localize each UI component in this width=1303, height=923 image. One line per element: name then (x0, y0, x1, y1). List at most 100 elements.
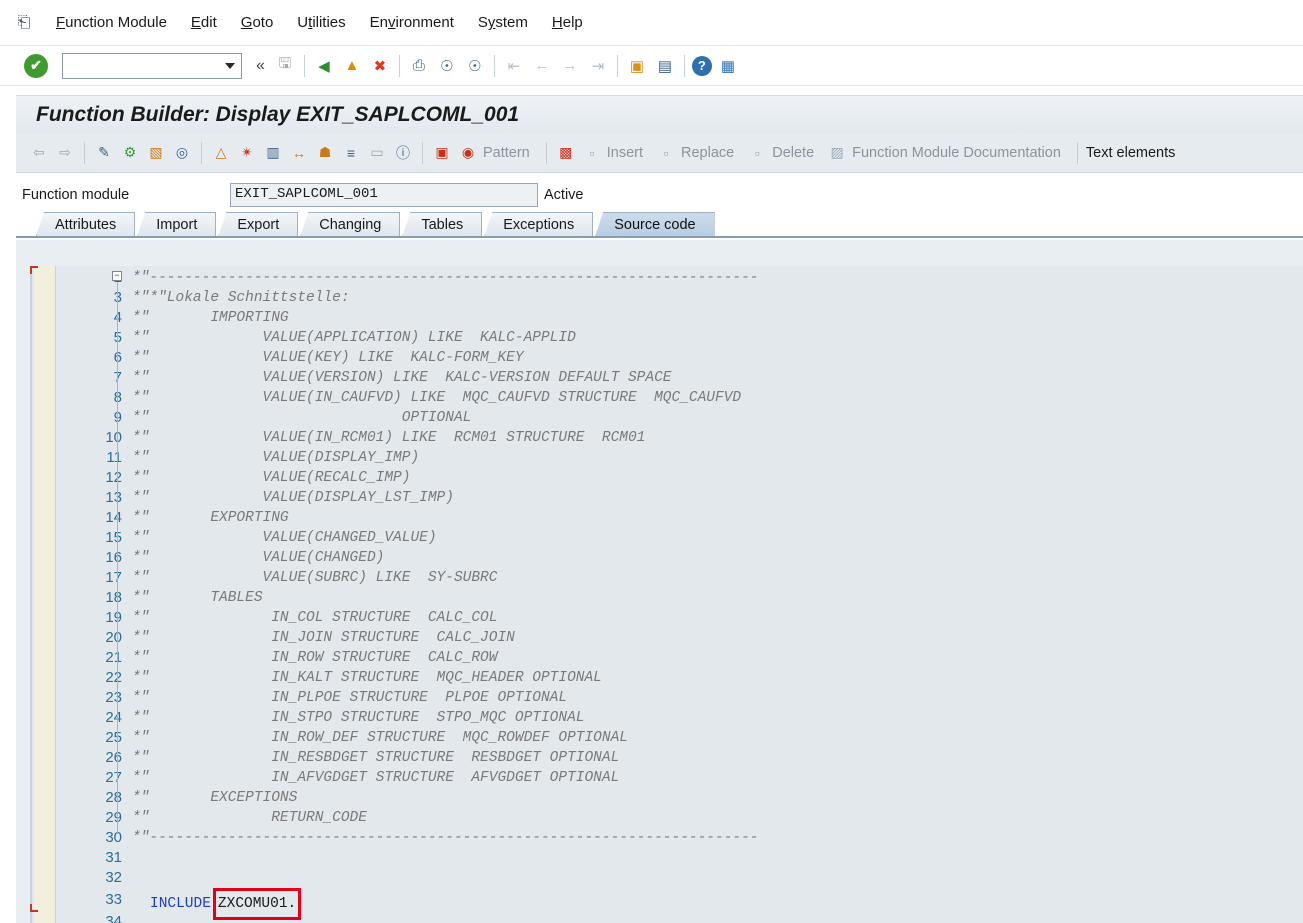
system-menu-icon[interactable]: ⎗ (4, 0, 44, 46)
documentation-button[interactable]: Function Module Documentation (852, 145, 1061, 161)
tab-source-code[interactable]: Source code (595, 212, 715, 236)
insert-icon[interactable]: ▫ (581, 142, 603, 164)
code-line[interactable]: *" VALUE(CHANGED) (132, 548, 1303, 568)
code-line[interactable]: *" VALUE(SUBRC) LIKE SY-SUBRC (132, 568, 1303, 588)
code-line[interactable]: *" IN_ROW STRUCTURE CALC_ROW (132, 648, 1303, 668)
breakpoint-external-icon[interactable]: ◉ (457, 142, 479, 164)
breakpoint-session-icon[interactable]: ▣ (431, 142, 453, 164)
code-line[interactable]: *" IN_AFVGDGET STRUCTURE AFVGDGET OPTION… (132, 768, 1303, 788)
code-line[interactable]: *" VALUE(IN_RCM01) LIKE RCM01 STRUCTURE … (132, 428, 1303, 448)
command-field[interactable] (62, 52, 242, 79)
check-icon[interactable]: ◎ (171, 142, 193, 164)
tab-changing[interactable]: Changing (300, 212, 401, 236)
code-line[interactable]: *" VALUE(KEY) LIKE KALC-FORM_KEY (132, 348, 1303, 368)
include-statement[interactable]: INCLUDE ZXCOMU01. (132, 888, 1303, 920)
fold-collapse-icon[interactable]: − (112, 271, 122, 281)
forward-arrow-icon[interactable]: ⇨ (54, 142, 76, 164)
source-code-editor[interactable]: 2345678910111213141516171819202122232425… (30, 266, 1303, 923)
menu-function-module[interactable]: Function Module (44, 14, 179, 31)
menu-utilities[interactable]: Utilities (285, 14, 357, 31)
code-line[interactable]: *" EXCEPTIONS (132, 788, 1303, 808)
find-icon[interactable]: ☉ (435, 54, 459, 78)
cancel-icon[interactable]: ✖ (368, 54, 392, 78)
display-object-list-icon[interactable]: ↔ (288, 142, 310, 164)
code-line[interactable]: *" IN_ROW_DEF STRUCTURE MQC_ROWDEF OPTIO… (132, 728, 1303, 748)
code-line[interactable]: *" VALUE(RECALC_IMP) (132, 468, 1303, 488)
insert-button[interactable]: Insert (607, 145, 643, 161)
code-line[interactable]: *" IN_RESBDGET STRUCTURE RESBDGET OPTION… (132, 748, 1303, 768)
code-line[interactable]: *"--------------------------------------… (132, 268, 1303, 288)
first-page-icon[interactable]: ⇤ (502, 54, 526, 78)
code-line[interactable]: *" IMPORTING (132, 308, 1303, 328)
new-session-icon[interactable]: ▣ (625, 54, 649, 78)
replace-icon[interactable]: ▫ (655, 142, 677, 164)
replace-button[interactable]: Replace (681, 145, 734, 161)
tab-exceptions[interactable]: Exceptions (484, 212, 594, 236)
tab-tables[interactable]: Tables (402, 212, 483, 236)
code-area[interactable]: *"--------------------------------------… (132, 266, 1303, 923)
code-line[interactable]: *" VALUE(VERSION) LIKE KALC-VERSION DEFA… (132, 368, 1303, 388)
menu-system[interactable]: System (466, 14, 540, 31)
enter-icon[interactable]: ✔ (24, 53, 48, 78)
text-elements-button[interactable]: Text elements (1086, 145, 1175, 161)
menu-goto[interactable]: Goto (229, 14, 286, 31)
shortcut-icon[interactable]: ▤ (653, 54, 677, 78)
code-line[interactable]: *" IN_KALT STRUCTURE MQC_HEADER OPTIONAL (132, 668, 1303, 688)
menu-environment[interactable]: Environment (358, 14, 466, 31)
exit-icon[interactable]: ▲ (340, 54, 364, 78)
inactive-icon[interactable]: ▭ (366, 142, 388, 164)
display-change-icon[interactable]: ✎ (93, 142, 115, 164)
title-bar: Function Builder: Display EXIT_SAPLCOML_… (16, 95, 1303, 133)
menu-edit[interactable]: Edit (179, 14, 229, 31)
code-line[interactable]: *" IN_PLPOE STRUCTURE PLPOE OPTIONAL (132, 688, 1303, 708)
tab-attributes[interactable]: Attributes (36, 212, 136, 236)
code-line[interactable]: *" IN_STPO STRUCTURE STPO_MQC OPTIONAL (132, 708, 1303, 728)
menu-help[interactable]: Help (540, 14, 595, 31)
code-line[interactable]: *" EXPORTING (132, 508, 1303, 528)
prev-page-icon[interactable]: ← (530, 54, 554, 78)
code-line[interactable]: *" VALUE(IN_CAUFVD) LIKE MQC_CAUFVD STRU… (132, 388, 1303, 408)
other-object-icon[interactable]: ▧ (145, 142, 167, 164)
toolbar-separator (1076, 141, 1078, 164)
pattern-button[interactable]: Pattern (483, 145, 530, 161)
code-line[interactable]: *" VALUE(APPLICATION) LIKE KALC-APPLID (132, 328, 1303, 348)
pretty-printer-icon[interactable]: ▩ (555, 142, 577, 164)
function-module-field[interactable]: EXIT_SAPLCOML_001 (230, 183, 538, 207)
activate-icon[interactable]: △ (210, 142, 232, 164)
next-page-icon[interactable]: → (558, 54, 582, 78)
tab-import[interactable]: Import (137, 212, 217, 236)
code-line[interactable]: *" VALUE(DISPLAY_LST_IMP) (132, 488, 1303, 508)
code-line[interactable]: *"*"Lokale Schnittstelle: (132, 288, 1303, 308)
find-next-icon[interactable]: ☉ (463, 54, 487, 78)
delete-button[interactable]: Delete (772, 145, 814, 161)
customize-layout-icon[interactable]: ▦ (716, 54, 740, 78)
navigation-window-icon[interactable]: ☗ (314, 142, 336, 164)
active-inactive-icon[interactable]: ⚙ (119, 142, 141, 164)
code-line[interactable]: *" VALUE(CHANGED_VALUE) (132, 528, 1303, 548)
code-line[interactable]: *" OPTIONAL (132, 408, 1303, 428)
chevron-down-icon[interactable] (225, 62, 235, 69)
documentation-icon[interactable]: ▨ (826, 142, 848, 164)
back-icon[interactable]: ◀ (312, 54, 336, 78)
save-icon[interactable]: 🖫 (273, 54, 297, 78)
print-icon[interactable]: ⎙ (407, 54, 431, 78)
code-line[interactable] (132, 848, 1303, 868)
include-name-highlight[interactable]: ZXCOMU01. (212, 888, 302, 920)
code-line[interactable]: *" TABLES (132, 588, 1303, 608)
enhancement-icon[interactable]: ≡ (340, 142, 362, 164)
code-line[interactable]: *" VALUE(DISPLAY_IMP) (132, 448, 1303, 468)
help-icon[interactable]: ? (691, 55, 712, 76)
code-line[interactable]: *" RETURN_CODE (132, 808, 1303, 828)
info-icon[interactable]: ⓘ (392, 142, 414, 164)
last-page-icon[interactable]: ⇥ (586, 54, 610, 78)
code-line[interactable]: *" IN_COL STRUCTURE CALC_COL (132, 608, 1303, 628)
where-used-icon[interactable]: ▥ (262, 142, 284, 164)
back-arrow-icon[interactable]: ⇦ (28, 142, 50, 164)
tab-export[interactable]: Export (218, 212, 299, 236)
delete-icon[interactable]: ▫ (746, 142, 768, 164)
code-line[interactable] (132, 868, 1303, 888)
code-line[interactable]: *" IN_JOIN STRUCTURE CALC_JOIN (132, 628, 1303, 648)
collapse-toolbar-icon[interactable]: « (256, 57, 265, 75)
test-icon[interactable]: ✴ (236, 142, 258, 164)
code-line[interactable]: *"--------------------------------------… (132, 828, 1303, 848)
